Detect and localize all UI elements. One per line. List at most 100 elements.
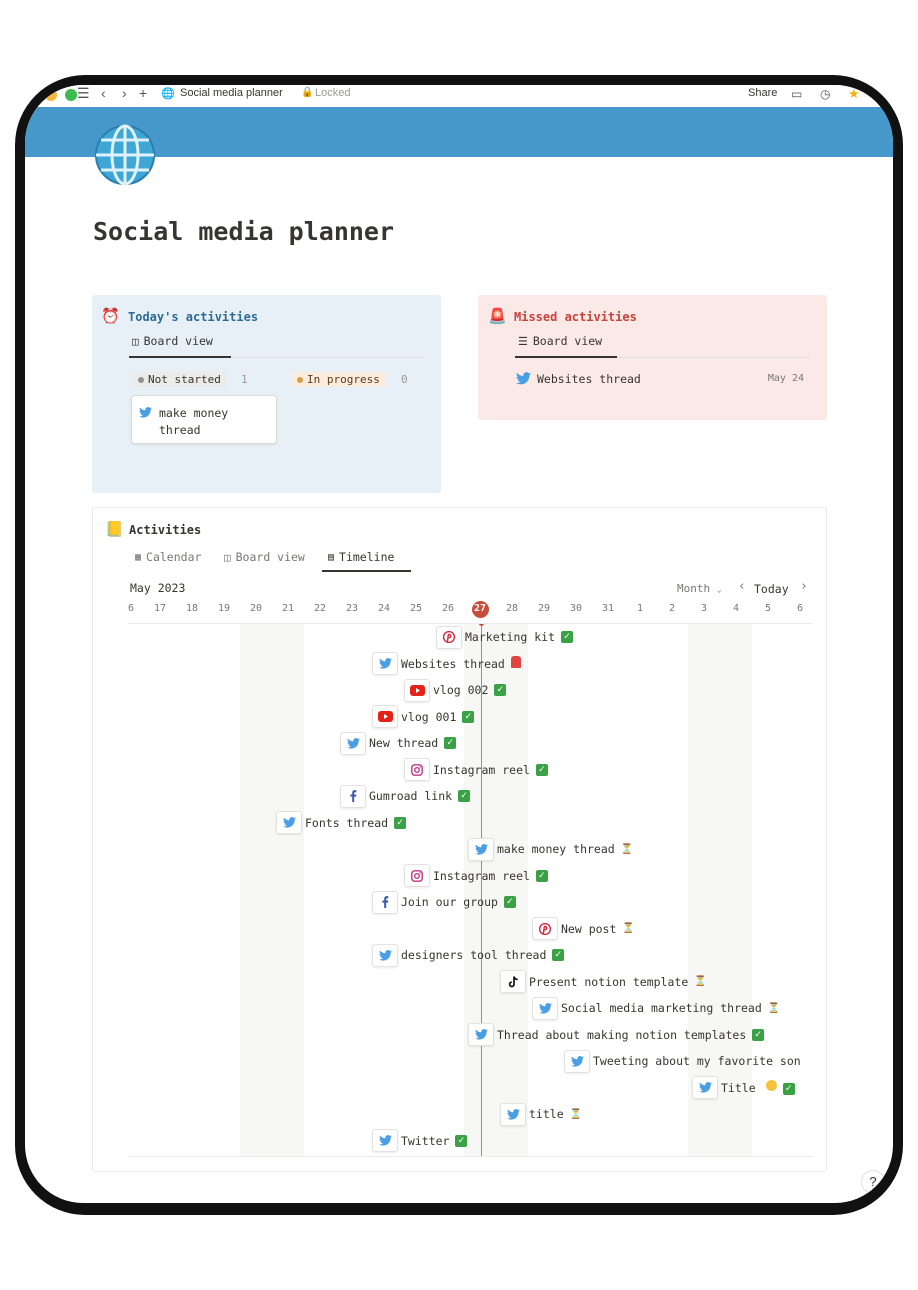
tab-board-view[interactable]: ◫ Board view: [224, 550, 305, 564]
hourglass-icon: ⏳: [622, 923, 635, 934]
timeline-item[interactable]: Thread about making notion templates ✓: [468, 1023, 765, 1046]
twitter-icon: [564, 1049, 590, 1073]
tab-timeline[interactable]: ▤ Timeline: [328, 550, 394, 564]
today-board-view-tab[interactable]: ◫ Board view: [132, 334, 213, 348]
timeline-item[interactable]: make money thread ⏳: [468, 837, 634, 861]
day-label: 16: [128, 603, 135, 614]
missed-activities-callout: 🚨 Missed activities ☰ Board view Website…: [478, 295, 827, 420]
timeline-item[interactable]: Join our group ✓: [372, 890, 516, 914]
missed-activities-title[interactable]: Missed activities: [514, 310, 637, 324]
twitter-icon: [516, 372, 531, 385]
timeline-today-button[interactable]: Today: [754, 582, 789, 596]
favorite-star-icon[interactable]: ★: [848, 86, 860, 102]
timeline-item[interactable]: title ⏳: [500, 1102, 582, 1126]
tab-calendar[interactable]: ▦ Calendar: [135, 550, 201, 564]
timeline-item[interactable]: vlog 001 ✓: [372, 705, 475, 728]
timeline-item[interactable]: Twitter ✓: [372, 1129, 468, 1152]
timeline-item-name: Websites thread: [401, 656, 505, 671]
smile-icon: [765, 1080, 777, 1091]
status-indicator: ✓: [455, 1134, 468, 1147]
timeline-item-name: Thread about making notion templates: [497, 1027, 747, 1042]
day-label: 26: [441, 603, 455, 614]
day-label: 29: [537, 603, 551, 614]
timeline-item-name: Fonts thread: [305, 815, 389, 830]
timeline-icon: ▤: [328, 551, 335, 563]
timeline-next-button[interactable]: ›: [800, 579, 808, 594]
list-item[interactable]: Websites thread May 24: [516, 370, 806, 388]
missed-board-view-tab[interactable]: ☰ Board view: [518, 334, 602, 348]
timeline-item-name: Twitter: [401, 1133, 450, 1148]
menu-icon[interactable]: ☰: [77, 85, 90, 102]
activities-title[interactable]: Activities: [129, 523, 201, 537]
share-button[interactable]: Share: [748, 87, 777, 99]
siren-icon: [510, 656, 521, 668]
list-icon: ☰: [518, 334, 528, 348]
group-in-progress[interactable]: In progress: [291, 372, 386, 387]
history-icon[interactable]: ◷: [820, 87, 830, 101]
timeline-scale-dropdown[interactable]: Month ⌄: [677, 582, 722, 595]
status-indicator: [510, 656, 521, 671]
missed-board-view-label: Board view: [532, 334, 603, 348]
day-label: 27: [473, 603, 487, 614]
status-indicator: ✓: [394, 816, 407, 829]
timeline-item-name: Instagram reel: [433, 868, 530, 883]
timeline-item-name: Title: [721, 1080, 756, 1095]
timeline-item[interactable]: Title ✓: [692, 1076, 795, 1099]
timeline-item[interactable]: Instagram reel ✓: [404, 864, 548, 887]
calendar-icon: ▦: [135, 551, 142, 563]
day-label: 20: [249, 603, 263, 614]
timeline-item[interactable]: designers tool thread ✓: [372, 943, 565, 967]
timeline-item[interactable]: vlog 002 ✓: [404, 678, 507, 702]
facebook-icon: [340, 784, 366, 808]
timeline-item[interactable]: Present notion template ⏳: [500, 970, 707, 993]
status-indicator: ⏳: [768, 1003, 780, 1014]
timeline-item[interactable]: Websites thread: [372, 652, 521, 675]
timeline-month-label: May 2023: [130, 581, 186, 595]
ledger-icon: 📒: [105, 520, 124, 538]
timeline-item[interactable]: New post ⏳: [532, 917, 635, 940]
timeline-grid: Marketing kit ✓ Websites thread vlog 002 ✓ vl…: [128, 624, 813, 1157]
group-label: In progress: [307, 373, 380, 386]
hourglass-icon: ⏳: [620, 843, 634, 855]
timeline-prev-button[interactable]: ‹: [738, 579, 746, 594]
lock-label[interactable]: Locked: [315, 87, 350, 99]
timeline-item[interactable]: Tweeting about my favorite son: [564, 1049, 801, 1073]
help-button[interactable]: ?: [861, 1170, 885, 1194]
timeline-item[interactable]: Instagram reel ✓: [404, 758, 548, 781]
timeline-item[interactable]: Fonts thread ✓: [276, 811, 407, 834]
checkmark-icon: ✓: [458, 790, 471, 802]
comments-icon[interactable]: ▭: [791, 87, 802, 101]
board-card[interactable]: make money thread: [131, 395, 277, 444]
timeline-item[interactable]: New thread ✓: [340, 731, 457, 755]
checkmark-icon: ✓: [444, 737, 457, 749]
timeline-item-name: designers tool thread: [401, 948, 547, 962]
instagram-icon: [404, 758, 430, 781]
today-activities-title[interactable]: Today's activities: [128, 310, 258, 324]
back-icon[interactable]: ‹: [101, 85, 106, 101]
window-zoom-button[interactable]: [65, 89, 77, 101]
active-tab-underline: [129, 356, 231, 358]
group-count: 1: [241, 373, 248, 386]
breadcrumb-title[interactable]: Social media planner: [180, 87, 283, 99]
new-page-icon[interactable]: +: [139, 85, 147, 101]
window-minimize-button[interactable]: [45, 89, 57, 101]
status-indicator: ⏳: [622, 923, 634, 934]
forward-icon[interactable]: ›: [122, 85, 127, 101]
twitter-icon: [468, 1023, 494, 1046]
timeline-item[interactable]: Marketing kit ✓: [436, 625, 574, 649]
status-indicator: ✓: [762, 1080, 795, 1095]
day-label: 28: [505, 603, 519, 614]
pinterest-icon: [532, 917, 558, 940]
hourglass-icon: ⏳: [767, 1002, 781, 1014]
timeline-item-name: New post: [561, 921, 617, 936]
day-label: 5: [764, 603, 772, 614]
status-indicator: ⏳: [570, 1109, 582, 1120]
timeline-item-name: Marketing kit: [465, 630, 556, 644]
active-tab-underline: [515, 356, 617, 358]
day-label: 18: [185, 603, 199, 614]
card-title: make money thread: [159, 406, 229, 437]
group-not-started[interactable]: Not started: [132, 372, 227, 387]
twitter-icon: [468, 837, 494, 861]
timeline-item[interactable]: Gumroad link ✓: [340, 784, 471, 808]
timeline-item[interactable]: Social media marketing thread ⏳: [532, 996, 780, 1020]
